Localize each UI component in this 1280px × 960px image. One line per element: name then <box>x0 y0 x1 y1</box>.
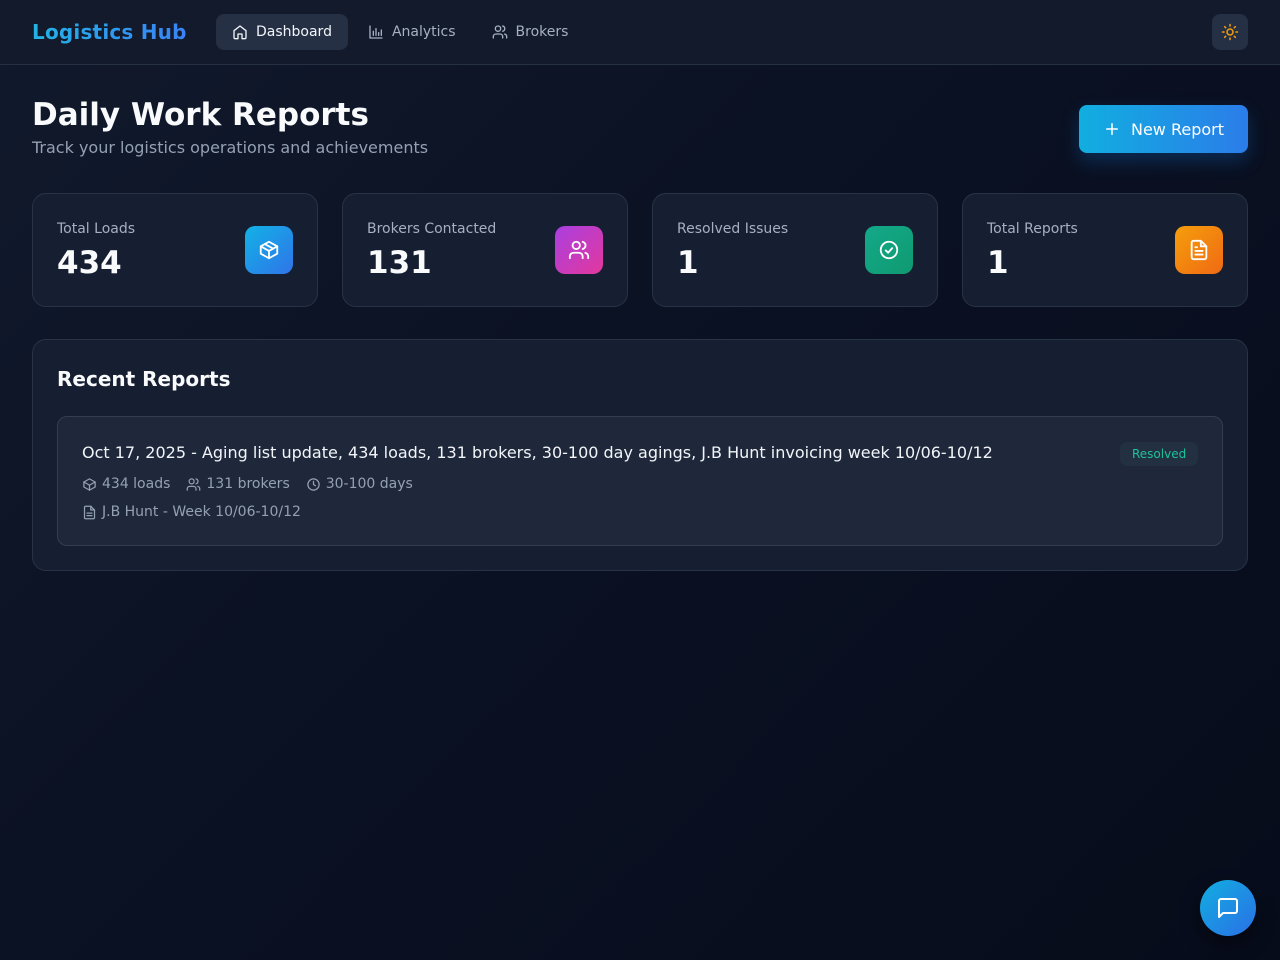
stat-value: 131 <box>367 245 432 281</box>
nav-item-brokers[interactable]: Brokers <box>476 14 585 50</box>
users-icon <box>492 25 507 39</box>
status-badge: Resolved <box>1120 442 1199 466</box>
box-icon <box>83 477 96 491</box>
chat-icon <box>1218 898 1238 918</box>
stat-value: 1 <box>987 245 1009 281</box>
box-icon <box>259 240 279 260</box>
file-text-icon <box>83 505 96 519</box>
page-subtitle: Track your logistics operations and achi… <box>32 138 429 157</box>
meta-aging: 30-100 days <box>306 475 413 493</box>
nav-item-label: Brokers <box>515 24 569 40</box>
meta-invoice-text: J.B Hunt - Week 10/06-10/12 <box>102 504 301 520</box>
stat-label: Brokers Contacted <box>367 221 497 237</box>
meta-loads-text: 434 loads <box>102 476 171 492</box>
page-title: Daily Work Reports <box>32 97 369 133</box>
recent-reports-panel: Recent Reports Oct 17, 2025 - Aging list… <box>32 339 1248 571</box>
check-circle-icon <box>879 240 899 260</box>
users-icon <box>568 240 590 260</box>
stat-label: Total Loads <box>57 221 136 237</box>
theme-toggle-button[interactable] <box>1212 14 1248 50</box>
nav-item-dashboard[interactable]: Dashboard <box>216 14 348 50</box>
new-report-button[interactable]: New Report <box>1079 105 1248 153</box>
stat-card-total-reports: Total Reports 1 <box>962 193 1248 307</box>
stat-value: 1 <box>677 245 699 281</box>
nav-item-label: Dashboard <box>256 24 332 40</box>
report-invoice-row: J.B Hunt - Week 10/06-10/12 <box>82 503 301 521</box>
nav-item-analytics[interactable]: Analytics <box>352 14 472 50</box>
stat-card-resolved-issues: Resolved Issues 1 <box>652 193 938 307</box>
brand-logo[interactable]: Logistics Hub <box>32 19 187 45</box>
new-report-label: New Report <box>1130 119 1225 139</box>
sun-icon <box>1221 23 1239 41</box>
stat-icon-tile <box>555 226 603 274</box>
meta-brokers: 131 brokers <box>186 475 290 493</box>
stat-card-total-loads: Total Loads 434 <box>32 193 318 307</box>
stat-icon-tile <box>1175 226 1223 274</box>
stat-icon-tile <box>865 226 913 274</box>
stat-label: Total Reports <box>987 221 1078 237</box>
stat-icon-tile <box>245 226 293 274</box>
bar-chart-icon <box>369 25 383 39</box>
report-meta-row: 434 loads 131 brokers 30-100 days <box>82 475 413 493</box>
meta-brokers-text: 131 brokers <box>206 476 290 492</box>
stat-card-brokers-contacted: Brokers Contacted 131 <box>342 193 628 307</box>
meta-invoice: J.B Hunt - Week 10/06-10/12 <box>82 503 301 521</box>
meta-aging-text: 30-100 days <box>325 476 413 492</box>
chat-button[interactable] <box>1200 880 1256 936</box>
top-nav-bar: Logistics Hub Dashboard Analytics Broker… <box>0 0 1280 65</box>
stat-value: 434 <box>57 245 122 281</box>
plus-icon <box>1105 123 1118 135</box>
report-card[interactable]: Oct 17, 2025 - Aging list update, 434 lo… <box>57 416 1223 546</box>
report-title: Oct 17, 2025 - Aging list update, 434 lo… <box>82 443 993 462</box>
users-icon <box>187 477 201 491</box>
file-text-icon <box>1190 239 1208 261</box>
main-nav: Dashboard Analytics Brokers <box>216 14 584 50</box>
meta-loads: 434 loads <box>82 475 170 493</box>
recent-reports-title: Recent Reports <box>57 367 231 391</box>
clock-icon <box>306 477 320 491</box>
home-icon <box>233 25 247 40</box>
stat-label: Resolved Issues <box>677 221 789 237</box>
nav-item-label: Analytics <box>391 24 456 40</box>
